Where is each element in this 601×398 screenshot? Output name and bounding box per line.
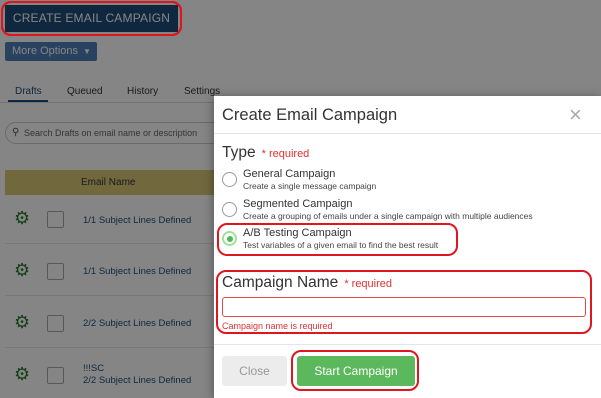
- option-segmented-title[interactable]: Segmented Campaign: [243, 198, 352, 210]
- option-general-description: Create a single message campaign: [243, 181, 377, 191]
- close-button[interactable]: Close: [222, 356, 287, 386]
- close-icon[interactable]: ×: [569, 102, 582, 128]
- radio-segmented-campaign[interactable]: [222, 202, 237, 217]
- modal-title-divider: [214, 133, 601, 134]
- modal-title: Create Email Campaign: [222, 106, 398, 124]
- type-label: Type * required: [222, 144, 309, 162]
- modal-footer-divider: [214, 344, 601, 345]
- highlight-ab-option: [217, 223, 458, 256]
- type-required: * required: [261, 148, 310, 160]
- option-segmented-description: Create a grouping of emails under a sing…: [243, 211, 533, 221]
- option-general-title[interactable]: General Campaign: [243, 168, 335, 180]
- type-label-text: Type: [222, 144, 256, 161]
- highlight-start-button: [291, 350, 419, 391]
- highlight-create-button-overlay: [1, 1, 182, 36]
- create-campaign-modal: Create Email Campaign × Type * required G…: [214, 96, 601, 398]
- radio-general-campaign[interactable]: [222, 172, 237, 187]
- highlight-campaign-name: [216, 270, 592, 334]
